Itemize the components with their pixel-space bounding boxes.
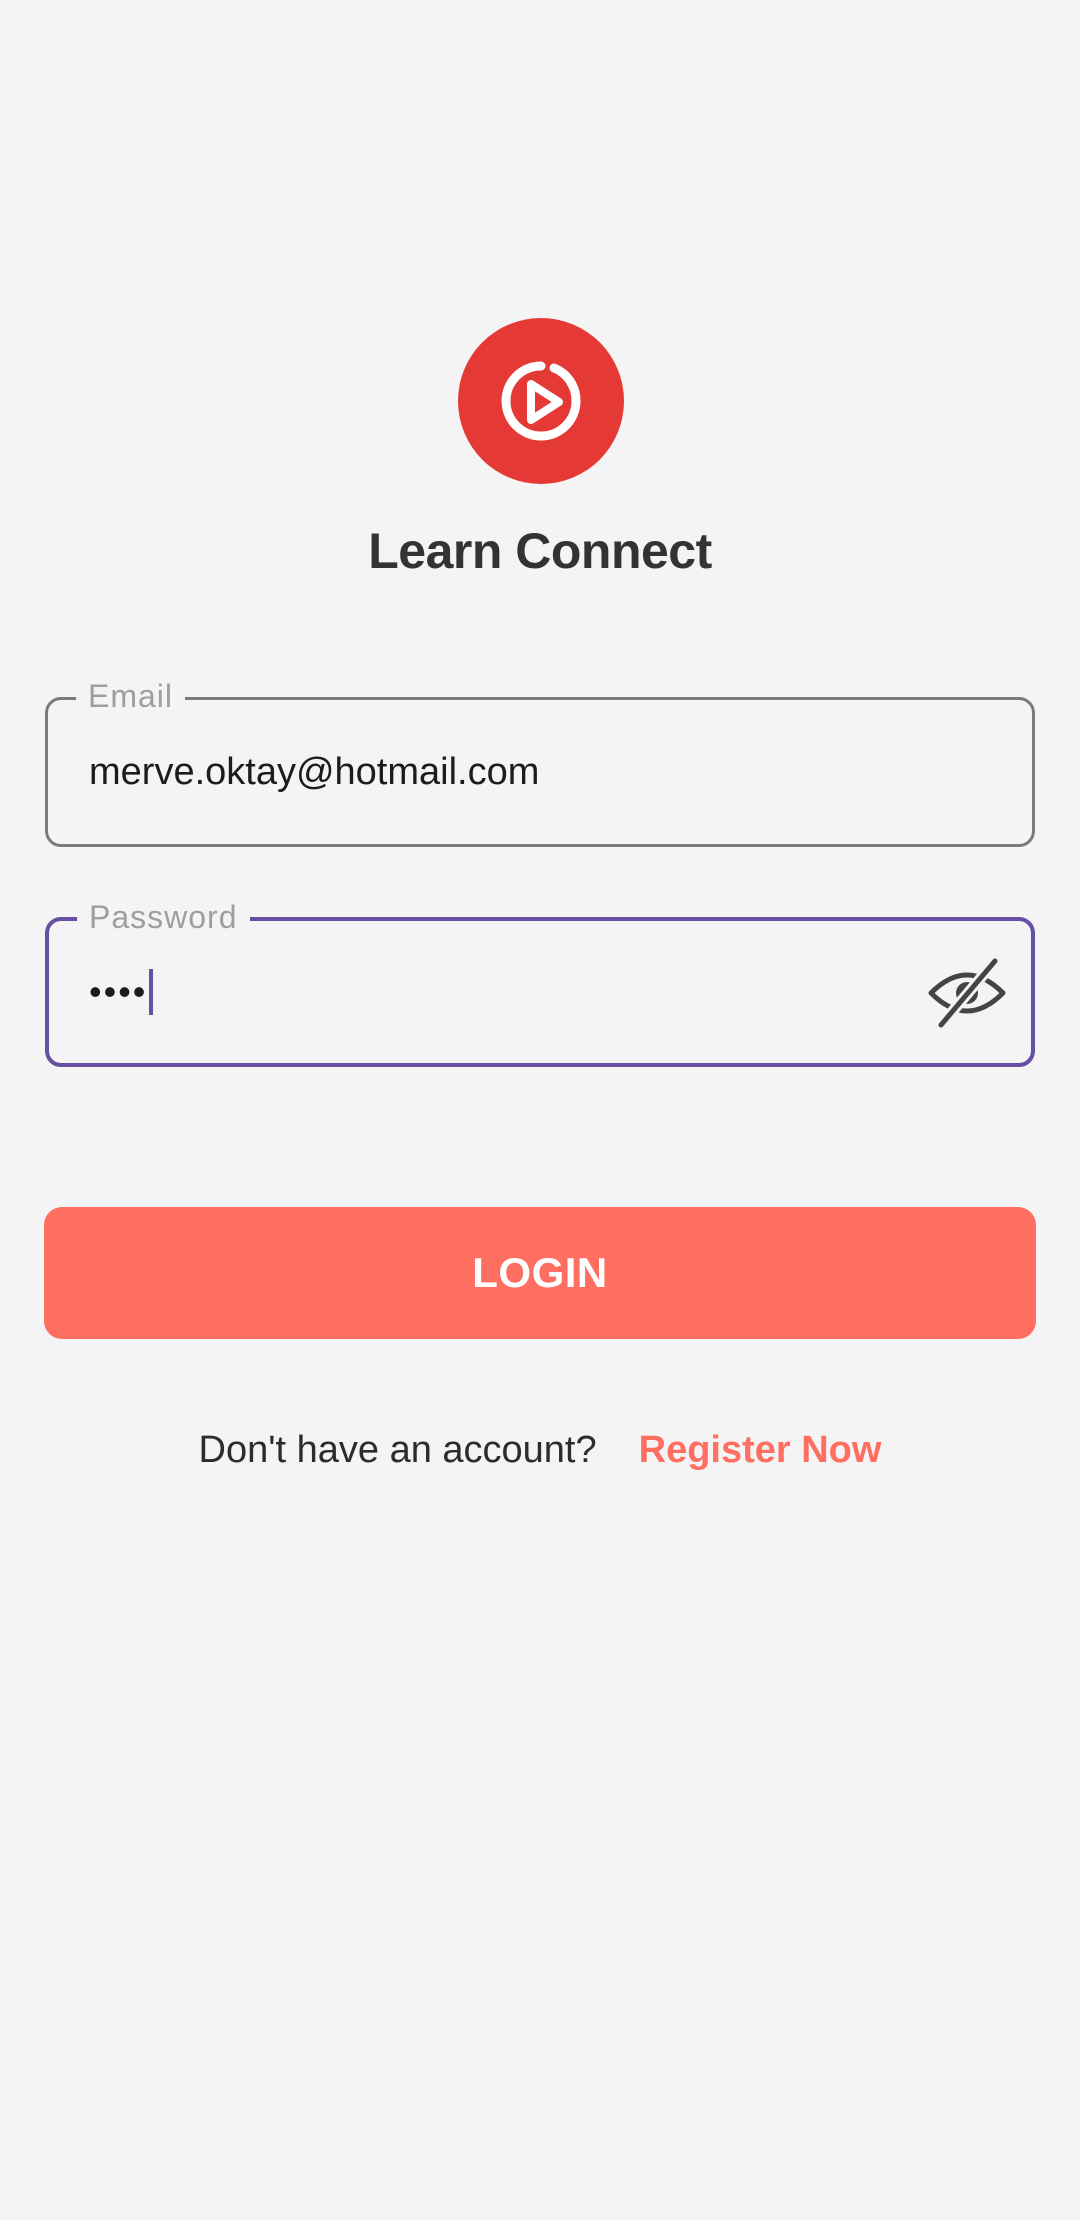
password-field[interactable]: Password ••••: [45, 895, 1035, 1067]
toggle-password-visibility-button[interactable]: [925, 953, 1009, 1033]
login-button[interactable]: LOGIN: [44, 1207, 1036, 1339]
register-row: Don't have an account? Register Now: [0, 1424, 1080, 1476]
text-cursor: [149, 969, 154, 1015]
app-logo: [458, 318, 624, 484]
login-screen: Learn Connect Email merve.oktay@hotmail.…: [0, 0, 1080, 2220]
register-prompt: Don't have an account?: [198, 1428, 597, 1471]
register-now-link[interactable]: Register Now: [639, 1429, 882, 1472]
email-field[interactable]: Email merve.oktay@hotmail.com: [45, 674, 1035, 847]
play-circle-icon: [501, 361, 581, 441]
email-value[interactable]: merve.oktay@hotmail.com: [89, 700, 539, 844]
eye-off-icon: [928, 955, 1006, 1031]
password-value: ••••: [89, 971, 148, 1012]
app-title: Learn Connect: [368, 523, 712, 579]
password-value-wrapper[interactable]: ••••: [89, 921, 154, 1063]
